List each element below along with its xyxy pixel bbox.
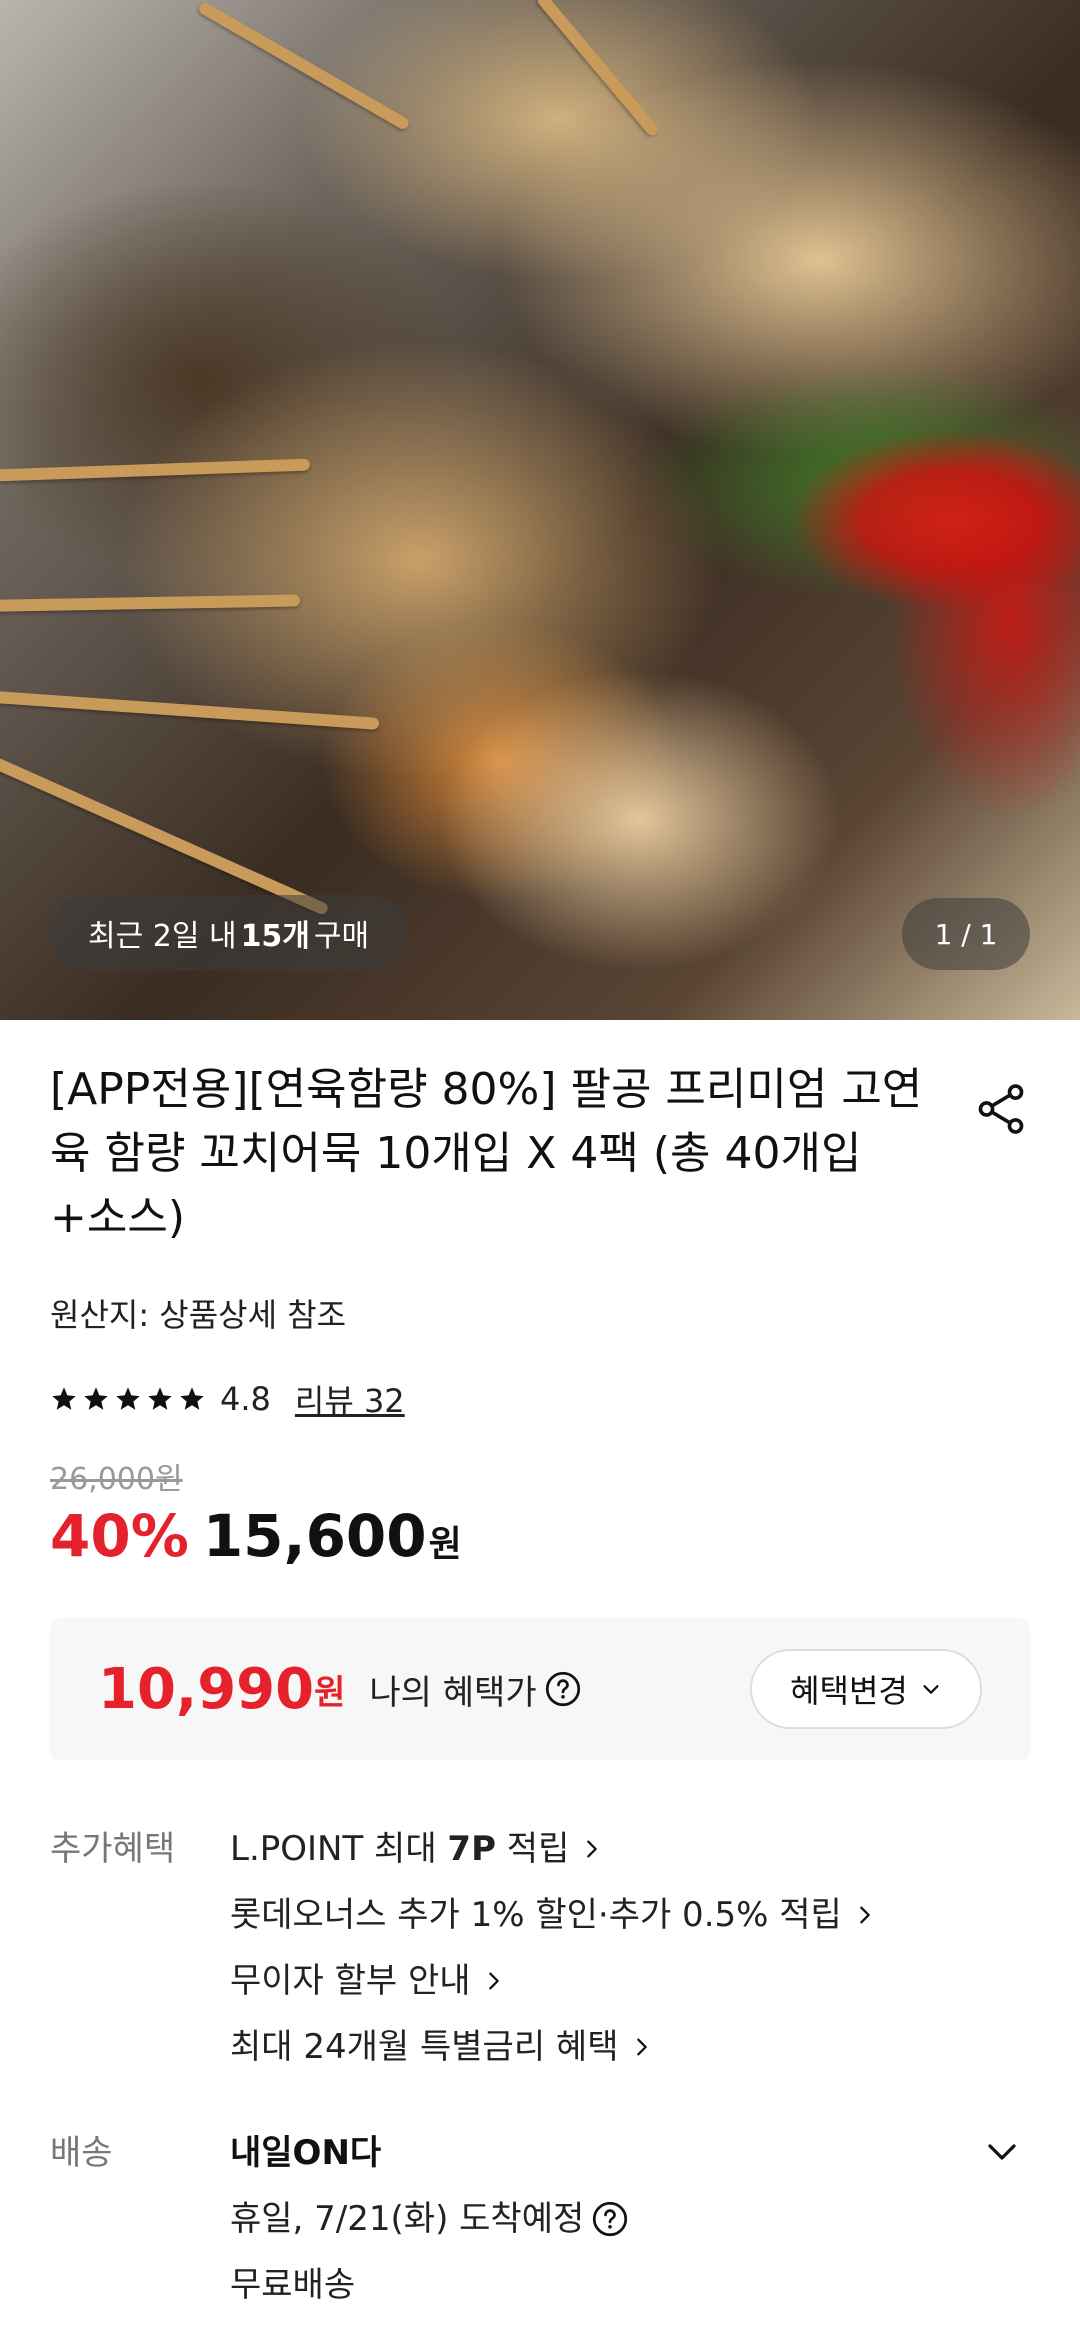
purchase-prefix: 최근 2일 내	[88, 919, 237, 954]
benefit-label: 나의 혜택가	[369, 1672, 537, 1713]
help-icon[interactable]	[592, 2201, 628, 2237]
shipping-arrival: 휴일, 7/21(화) 도착예정	[230, 2199, 585, 2239]
shipping-label: 배송	[50, 2133, 113, 2173]
origin-info: 원산지: 상품상세 참조	[50, 1296, 347, 1334]
review-link[interactable]: 리뷰 32	[295, 1376, 405, 1422]
star-rating	[50, 1385, 206, 1413]
chevron-right-icon	[860, 1906, 870, 1924]
help-icon[interactable]	[545, 1671, 581, 1707]
shipping-arrival-row: 휴일, 7/21(화) 도착예정	[230, 2186, 1030, 2252]
benefit-price-unit: 원	[314, 1672, 346, 1713]
chevron-down-icon	[923, 1685, 939, 1694]
skewer-decoration	[535, 0, 661, 138]
image-counter: 1 / 1	[902, 898, 1030, 970]
installment-text: 무이자 할부 안내	[230, 1961, 471, 2001]
product-title: [APP전용][연육함량 80%] 팔공 프리미엄 고연육 함량 꼬치어묵 10…	[50, 1064, 923, 1243]
extra-benefits-section: 추가혜택 L.POINT 최대 7P 적립 롯데오너스 추가 1% 할인·추가 …	[0, 1816, 1080, 2080]
star-icon	[52, 1387, 76, 1410]
star-icon	[116, 1387, 140, 1410]
recent-purchase-badge: 최근 2일 내 15개 구매	[50, 895, 408, 971]
shipping-info: 내일ON다 휴일, 7/21(화) 도착예정 무료배송	[230, 2120, 1030, 2318]
purchase-suffix: 구매	[313, 919, 370, 954]
benefit-price-box: 10,990 원 나의 혜택가 혜택변경	[50, 1618, 1030, 1760]
benefit-item-owners[interactable]: 롯데오너스 추가 1% 할인·추가 0.5% 적립	[230, 1882, 1030, 1948]
product-info: [APP전용][연육함량 80%] 팔공 프리미엄 고연육 함량 꼬치어묵 10…	[0, 1020, 1080, 1570]
price-unit: 원	[428, 1524, 462, 1565]
star-icon	[148, 1387, 172, 1410]
owners-text: 롯데오너스 추가 1% 할인·추가 0.5% 적립	[230, 1895, 842, 1935]
chevron-right-icon	[636, 2038, 647, 2056]
benefit-change-label: 혜택변경	[790, 1672, 908, 1710]
shipping-section: 배송 내일ON다 휴일, 7/21(화) 도착예정 무료배송	[0, 2120, 1080, 2318]
sale-price: 15,600	[202, 1502, 427, 1570]
benefit-item-special-rate[interactable]: 최대 24개월 특별금리 혜택	[230, 2014, 1030, 2080]
benefit-change-button[interactable]: 혜택변경	[750, 1649, 982, 1729]
skewer-decoration	[0, 594, 301, 612]
shipping-title: 내일ON다	[230, 2133, 382, 2173]
chevron-right-icon	[587, 1840, 598, 1858]
skewer-decoration	[197, 0, 411, 132]
extra-benefits-list: L.POINT 최대 7P 적립 롯데오너스 추가 1% 할인·추가 0.5% …	[230, 1816, 1030, 2080]
star-icon	[180, 1387, 204, 1410]
chevron-down-icon[interactable]	[984, 2134, 1020, 2170]
benefit-item-installment[interactable]: 무이자 할부 안내	[230, 1948, 1030, 2014]
share-icon[interactable]	[972, 1080, 1030, 1138]
rating-row: 4.8 리뷰 32	[50, 1376, 1030, 1422]
skewer-decoration	[0, 690, 380, 730]
price-row: 40% 15,600 원	[50, 1502, 1030, 1570]
lpoint-suffix: 적립	[496, 1829, 570, 1869]
star-icon	[84, 1387, 108, 1410]
lpoint-amount: 7P	[447, 1829, 496, 1869]
skewer-decoration	[0, 750, 330, 917]
shipping-fee: 무료배송	[230, 2265, 356, 2305]
special-rate-text: 최대 24개월 특별금리 혜택	[230, 2027, 619, 2067]
benefit-price: 10,990	[98, 1656, 315, 1722]
chevron-right-icon	[488, 1972, 499, 1990]
rating-value: 4.8	[220, 1380, 271, 1418]
lpoint-prefix: L.POINT 최대	[230, 1829, 448, 1869]
discount-rate: 40%	[50, 1502, 189, 1570]
product-image[interactable]: 최근 2일 내 15개 구매 1 / 1	[0, 0, 1080, 1020]
benefit-item-lpoint[interactable]: L.POINT 최대 7P 적립	[230, 1816, 1030, 1882]
purchase-count: 15개	[240, 919, 310, 954]
skewer-decoration	[0, 458, 311, 482]
extra-benefits-label: 추가혜택	[50, 1829, 176, 1869]
original-price: 26,000원	[50, 1462, 183, 1497]
